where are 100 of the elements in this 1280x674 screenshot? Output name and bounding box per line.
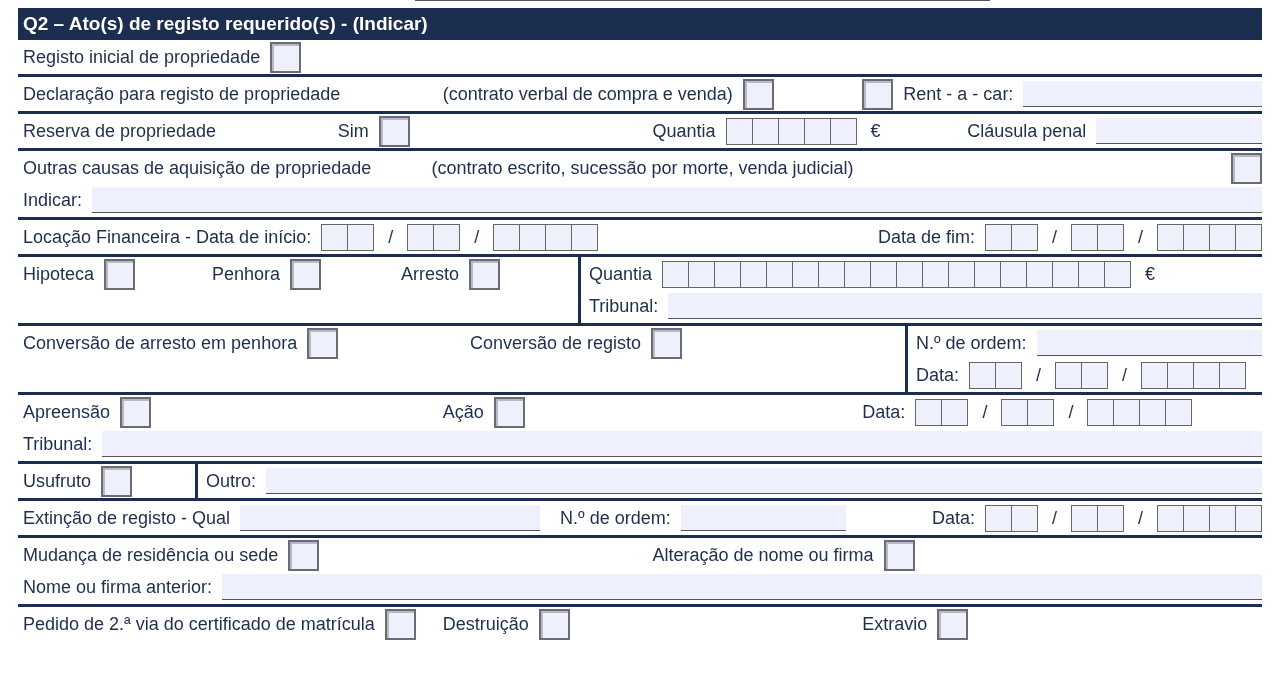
digit-box[interactable]	[1183, 223, 1210, 251]
digit-box[interactable]	[1001, 398, 1029, 426]
digit-box[interactable]	[844, 260, 872, 288]
digit-box[interactable]	[1081, 361, 1109, 389]
checkbox[interactable]	[742, 78, 774, 110]
digit-box[interactable]	[1235, 223, 1262, 251]
digit-box[interactable]	[740, 260, 768, 288]
checkbox[interactable]	[862, 78, 894, 110]
input-field[interactable]	[240, 505, 541, 531]
digit-box[interactable]	[870, 260, 898, 288]
form-label: Apreensão	[23, 401, 111, 424]
form-label: Cláusula penal	[967, 120, 1087, 143]
digit-box[interactable]	[1055, 361, 1083, 389]
input-field[interactable]	[1096, 118, 1262, 144]
digit-box[interactable]	[803, 117, 831, 145]
digit-box[interactable]	[922, 260, 950, 288]
digit-box[interactable]	[1209, 223, 1236, 251]
checkbox[interactable]	[104, 258, 136, 290]
input-field[interactable]	[668, 293, 1262, 319]
form-label: Pedido de 2.ª via do certificado de matrícula	[23, 613, 375, 636]
checkbox[interactable]	[469, 258, 501, 290]
digit-box[interactable]	[984, 223, 1012, 251]
digit-box[interactable]	[995, 361, 1023, 389]
digit-box[interactable]	[751, 117, 779, 145]
digit-box[interactable]	[1027, 398, 1055, 426]
digit-box[interactable]	[1000, 260, 1028, 288]
digit-box[interactable]	[1097, 223, 1124, 251]
input-field[interactable]	[266, 468, 1262, 494]
digit-box[interactable]	[1071, 504, 1098, 532]
digit-box[interactable]	[777, 117, 805, 145]
digit-box[interactable]	[915, 398, 943, 426]
digit-box[interactable]	[1097, 504, 1124, 532]
digit-box[interactable]	[766, 260, 794, 288]
digit-box[interactable]	[493, 223, 521, 251]
digit-box[interactable]	[1209, 504, 1236, 532]
digit-box[interactable]	[1157, 223, 1184, 251]
digit-box[interactable]	[818, 260, 846, 288]
digit-box[interactable]	[1071, 223, 1098, 251]
digit-box[interactable]	[969, 361, 997, 389]
digit-box[interactable]	[1113, 398, 1141, 426]
checkbox[interactable]	[307, 327, 339, 359]
digit-box[interactable]	[1087, 398, 1115, 426]
checkbox[interactable]	[493, 396, 525, 428]
digit-box[interactable]	[519, 223, 547, 251]
digit-box[interactable]	[1183, 504, 1210, 532]
input-field[interactable]	[1023, 81, 1262, 107]
checkbox[interactable]	[937, 608, 969, 640]
input-field[interactable]	[92, 187, 1262, 213]
digit-box[interactable]	[1157, 504, 1184, 532]
checkbox[interactable]	[651, 327, 683, 359]
digit-box[interactable]	[1010, 223, 1038, 251]
checkbox[interactable]	[883, 539, 915, 571]
digit-box[interactable]	[974, 260, 1002, 288]
section-title: Q2 – Ato(s) de registo requerido(s) - (Indicar)	[18, 8, 1262, 40]
digit-box[interactable]	[1167, 361, 1195, 389]
checkbox[interactable]	[538, 608, 570, 640]
digit-box[interactable]	[829, 117, 857, 145]
digit-box[interactable]	[321, 223, 349, 251]
symbol-text: /	[1137, 507, 1144, 530]
checkbox[interactable]	[120, 396, 152, 428]
digit-box[interactable]	[433, 223, 461, 251]
input-field[interactable]	[222, 574, 1262, 600]
digit-box[interactable]	[1104, 260, 1132, 288]
input-field[interactable]	[680, 505, 846, 531]
form-label: Declaração para registo de propriedade	[23, 83, 341, 106]
digit-box[interactable]	[1219, 361, 1247, 389]
digit-box[interactable]	[1193, 361, 1221, 389]
digit-box[interactable]	[545, 223, 573, 251]
form-label: Tribunal:	[23, 433, 93, 456]
digit-box[interactable]	[985, 504, 1012, 532]
form-label: Usufruto	[23, 470, 92, 493]
form-label: Registo inicial de propriedade	[23, 46, 261, 69]
digit-box[interactable]	[714, 260, 742, 288]
digit-box[interactable]	[948, 260, 976, 288]
digit-box[interactable]	[1165, 398, 1193, 426]
digit-box[interactable]	[1235, 504, 1262, 532]
digit-box[interactable]	[407, 223, 435, 251]
input-field[interactable]	[1036, 330, 1262, 356]
checkbox[interactable]	[288, 539, 320, 571]
checkbox[interactable]	[101, 465, 133, 497]
digit-box[interactable]	[662, 260, 690, 288]
digit-box[interactable]	[1052, 260, 1080, 288]
digit-box[interactable]	[688, 260, 716, 288]
input-field[interactable]	[102, 431, 1262, 457]
digit-box[interactable]	[1078, 260, 1106, 288]
checkbox[interactable]	[1231, 152, 1262, 184]
digit-box[interactable]	[347, 223, 375, 251]
digit-box[interactable]	[896, 260, 924, 288]
digit-box[interactable]	[941, 398, 969, 426]
digit-box[interactable]	[571, 223, 599, 251]
digit-box[interactable]	[1011, 504, 1038, 532]
digit-box[interactable]	[1026, 260, 1054, 288]
checkbox[interactable]	[290, 258, 322, 290]
checkbox[interactable]	[270, 41, 302, 73]
checkbox[interactable]	[384, 608, 416, 640]
checkbox[interactable]	[378, 115, 410, 147]
digit-box[interactable]	[792, 260, 820, 288]
digit-box[interactable]	[1139, 398, 1167, 426]
digit-box[interactable]	[1141, 361, 1169, 389]
digit-box[interactable]	[725, 117, 753, 145]
